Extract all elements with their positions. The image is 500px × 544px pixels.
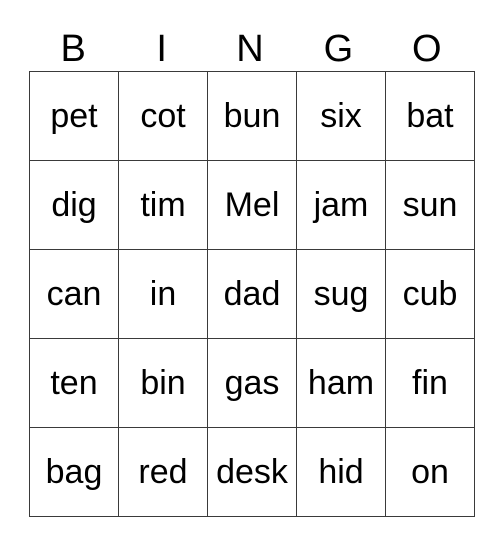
- bingo-cell[interactable]: bag: [29, 427, 119, 517]
- bingo-cell[interactable]: on: [385, 427, 475, 517]
- bingo-header-letter-g: G: [323, 28, 354, 70]
- bingo-row: ten bin gas ham fin: [29, 338, 475, 428]
- bingo-header-letter-o: O: [412, 28, 442, 70]
- bingo-card: B I N G O pet cot bun six bat dig tim Me…: [29, 10, 475, 517]
- bingo-header-letter-b: B: [60, 28, 86, 70]
- bingo-cell[interactable]: sug: [296, 249, 386, 339]
- bingo-cell[interactable]: fin: [385, 338, 475, 428]
- bingo-header-letter-n: N: [236, 28, 264, 70]
- bingo-cell[interactable]: sun: [385, 160, 475, 250]
- bingo-cell[interactable]: gas: [207, 338, 297, 428]
- bingo-row: pet cot bun six bat: [29, 71, 475, 161]
- bingo-cell[interactable]: bun: [207, 71, 297, 161]
- bingo-cell[interactable]: Mel: [207, 160, 297, 250]
- bingo-grid: pet cot bun six bat dig tim Mel jam sun …: [29, 71, 475, 517]
- bingo-header-row: B I N G O: [29, 10, 471, 71]
- bingo-cell[interactable]: hid: [296, 427, 386, 517]
- bingo-cell[interactable]: desk: [207, 427, 297, 517]
- bingo-cell[interactable]: tim: [118, 160, 208, 250]
- bingo-row: bag red desk hid on: [29, 427, 475, 517]
- bingo-row: can in dad sug cub: [29, 249, 475, 339]
- bingo-cell[interactable]: ham: [296, 338, 386, 428]
- bingo-row: dig tim Mel jam sun: [29, 160, 475, 250]
- bingo-cell[interactable]: can: [29, 249, 119, 339]
- bingo-cell[interactable]: in: [118, 249, 208, 339]
- bingo-cell[interactable]: bat: [385, 71, 475, 161]
- bingo-cell[interactable]: pet: [29, 71, 119, 161]
- bingo-header-letter-i: I: [156, 28, 167, 70]
- bingo-cell[interactable]: dig: [29, 160, 119, 250]
- bingo-cell[interactable]: bin: [118, 338, 208, 428]
- bingo-cell[interactable]: jam: [296, 160, 386, 250]
- bingo-cell[interactable]: ten: [29, 338, 119, 428]
- bingo-cell[interactable]: cub: [385, 249, 475, 339]
- bingo-cell[interactable]: red: [118, 427, 208, 517]
- bingo-cell[interactable]: six: [296, 71, 386, 161]
- bingo-cell[interactable]: cot: [118, 71, 208, 161]
- bingo-cell[interactable]: dad: [207, 249, 297, 339]
